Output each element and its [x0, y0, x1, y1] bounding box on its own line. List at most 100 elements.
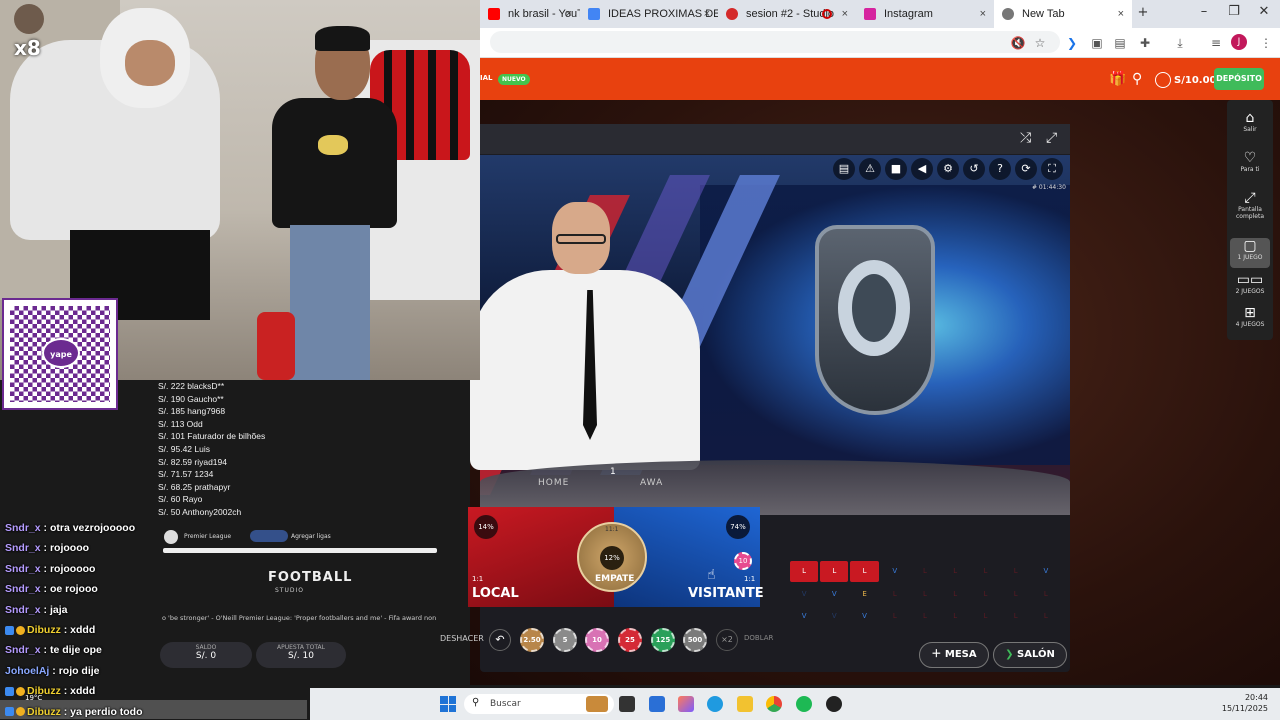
close-tab-icon[interactable]: ×: [842, 8, 848, 20]
roadmap-cell: V: [862, 612, 867, 621]
help-icon[interactable]: ?: [989, 158, 1011, 180]
profile-avatar[interactable]: J: [1231, 34, 1247, 50]
roadmap-cell: L: [892, 589, 897, 598]
chat-overlay: Sndr_x : otra vezrojooooo Sndr_x : rojooo…: [0, 517, 310, 720]
sync-icon[interactable]: ⟳: [1015, 158, 1037, 180]
minimize-button[interactable]: –: [1194, 4, 1214, 19]
local-odds: 1:1: [472, 575, 484, 583]
chat-username: Sndr_x: [5, 522, 41, 534]
roadmap-cell: L: [953, 589, 958, 598]
tab-studio[interactable]: sesion #2 - Studio ×: [718, 0, 856, 28]
search-icon[interactable]: ⚲: [1132, 71, 1142, 87]
url-field[interactable]: [490, 31, 1060, 53]
roadmap-cell: L: [923, 612, 927, 621]
tab-ideas[interactable]: IDEAS PROXIMAS DE STR ×: [580, 0, 718, 28]
sidebar-item-fullscreen[interactable]: ⤢ Pantalla completa: [1230, 190, 1270, 230]
tables-button[interactable]: ＋ MESA: [919, 642, 989, 668]
windows-start-icon[interactable]: [440, 696, 456, 712]
tab-title: Instagram: [884, 8, 933, 20]
tab-youtube[interactable]: nk brasil - YouTube ×: [480, 0, 580, 28]
badge-icon: [5, 686, 14, 696]
chat-icon[interactable]: ▤: [833, 158, 855, 180]
heart-icon: ♡: [1243, 150, 1257, 166]
download-icon[interactable]: ⤓: [1170, 33, 1190, 53]
leaderboard-row: S/. 101 Faturador de bilhões: [158, 431, 266, 442]
task-view-icon[interactable]: [619, 696, 635, 712]
undo-button[interactable]: ↶: [489, 629, 511, 651]
lobby-icon: ❯: [1005, 649, 1018, 660]
lobby-button[interactable]: ❯ SALÓN: [993, 642, 1067, 668]
settings-icon[interactable]: ⚙: [937, 158, 959, 180]
tab-instagram[interactable]: Instagram ×: [856, 0, 994, 28]
round-number: 1: [610, 467, 616, 477]
new-tab-button[interactable]: +: [1133, 5, 1153, 20]
maximize-button[interactable]: ❐: [1224, 4, 1244, 19]
close-tab-icon[interactable]: ×: [566, 8, 572, 20]
chip-2[interactable]: 10: [585, 628, 609, 652]
roadmap-cell: L: [1043, 612, 1048, 621]
warning-icon[interactable]: ⚠: [859, 158, 881, 180]
puzzle-icon[interactable]: ✚: [1135, 33, 1155, 53]
chat-message: Sndr_x : te dije ope: [5, 644, 102, 657]
double-button[interactable]: ×2: [716, 629, 738, 651]
roadmap-cell: V: [1043, 567, 1049, 575]
menu-icon[interactable]: ⋮: [1256, 33, 1276, 53]
chat-text: xddd: [70, 624, 96, 636]
close-tab-icon[interactable]: ×: [1118, 8, 1124, 20]
game-topbar: [480, 124, 1070, 154]
tab-new-tab[interactable]: New Tab ×: [994, 0, 1132, 28]
extension-icon[interactable]: ▣: [1087, 33, 1107, 53]
placed-chip: 10: [734, 552, 752, 570]
app-icon[interactable]: [826, 696, 842, 712]
extension-icon[interactable]: ▤: [1110, 33, 1130, 53]
sidebar-item-one-game[interactable]: ▢ 1 JUEGO: [1230, 238, 1270, 268]
store-icon[interactable]: [649, 696, 665, 712]
sidebar-item-two-games[interactable]: ▭▭ 2 JUEGOS: [1230, 272, 1270, 302]
close-tab-icon[interactable]: ×: [704, 8, 710, 20]
volume-icon[interactable]: ◀: [911, 158, 933, 180]
mute-icon[interactable]: 🔇: [1008, 33, 1028, 53]
sidebar-item-home[interactable]: ⌂ Salir: [1230, 110, 1270, 140]
chip-1[interactable]: 5: [553, 628, 577, 652]
gift-icon[interactable]: 🎁: [1109, 71, 1126, 87]
roadmap-cell: V: [892, 567, 898, 575]
chat-text: rojo dije: [58, 664, 100, 677]
copilot-icon[interactable]: [678, 696, 694, 712]
account-balance[interactable]: S/10.00: [1155, 69, 1217, 91]
chip-3[interactable]: 25: [618, 628, 642, 652]
chat-text: ya perdio todo: [70, 705, 143, 718]
bookmark-star-icon[interactable]: ☆: [1030, 33, 1050, 53]
spotify-icon[interactable]: [796, 696, 812, 712]
history-icon[interactable]: ↺: [963, 158, 985, 180]
deposit-button[interactable]: DEPÓSITO: [1214, 68, 1264, 90]
sidebar-item-four-games[interactable]: ⊞ 4 JUEGOS: [1230, 305, 1270, 335]
expand-icon[interactable]: ⤢: [1046, 130, 1057, 146]
fullscreen-icon[interactable]: ⛶: [1041, 158, 1063, 180]
extension-icon[interactable]: ❯: [1062, 33, 1082, 53]
weather-widget-icon[interactable]: [586, 696, 608, 712]
chip-4[interactable]: 125: [651, 628, 675, 652]
edge-icon[interactable]: [707, 696, 723, 712]
chat-username: Sndr_x: [5, 583, 41, 596]
chat-message: JohoelAj : rojo dije: [5, 664, 100, 677]
visitor-odds: 1:1: [744, 575, 756, 583]
nav-item[interactable]: IAL: [480, 74, 492, 82]
chat-username: Dibuzz: [27, 705, 61, 718]
shuffle-icon[interactable]: ⤮: [1020, 130, 1031, 146]
chrome-icon[interactable]: [766, 696, 782, 712]
leaderboard-row: S/. 222 blacksD**: [158, 381, 225, 391]
leaderboard-row: S/. 68.25 prathapyr: [158, 481, 231, 492]
recording-icon: [822, 9, 832, 19]
roadmap-cell: E: [862, 589, 867, 598]
roadmap-cell: V: [831, 612, 837, 621]
camera-icon[interactable]: ■: [885, 158, 907, 180]
reading-list-icon[interactable]: ≡: [1206, 33, 1226, 53]
close-tab-icon[interactable]: ×: [980, 8, 986, 20]
close-window-button[interactable]: ✕: [1254, 4, 1274, 19]
clock[interactable]: 20:44 15/11/2025: [1214, 692, 1268, 714]
folder-icon[interactable]: [737, 696, 753, 712]
chip-5[interactable]: 500: [683, 628, 707, 652]
chip-0[interactable]: 2.50: [520, 628, 544, 652]
sidebar-item-heart[interactable]: ♡ Para ti: [1230, 150, 1270, 180]
tab-title: IDEAS PROXIMAS DE STR: [608, 8, 718, 20]
